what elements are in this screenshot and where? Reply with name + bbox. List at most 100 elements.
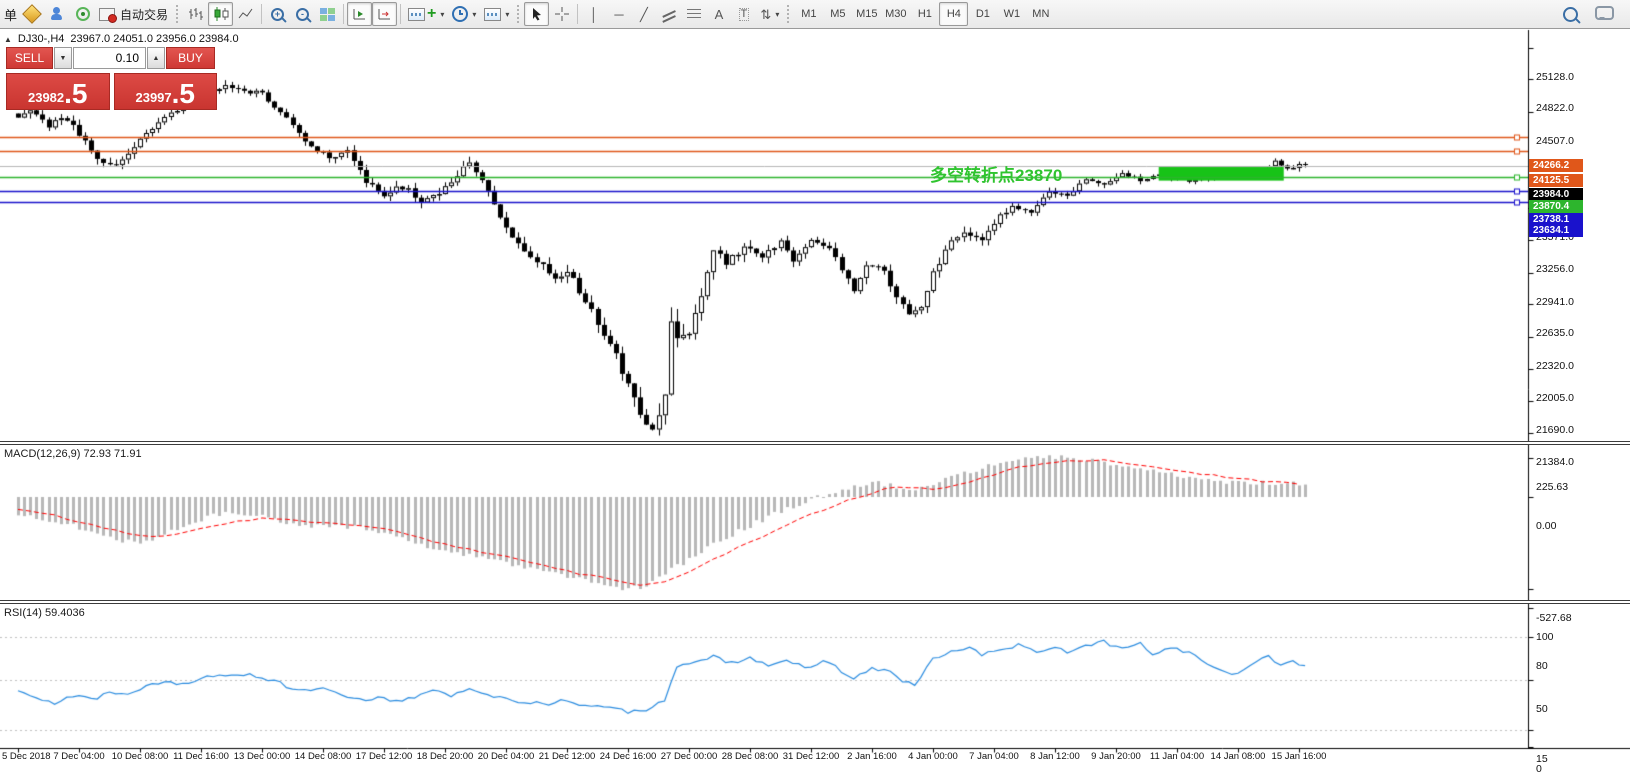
line-chart-button[interactable]: [233, 2, 258, 26]
chat-button[interactable]: [1591, 2, 1618, 26]
auto-scroll-button[interactable]: [347, 2, 372, 26]
signals-icon: [76, 7, 90, 21]
price-tick-label: 23256.0: [1536, 263, 1574, 275]
periods-button[interactable]: ▾: [448, 2, 480, 26]
price-tick-label: 22635.0: [1536, 327, 1574, 339]
chevron-down-icon: ▾: [505, 10, 509, 19]
timeframe-button-d1[interactable]: D1: [968, 2, 997, 26]
new-order-partial-label[interactable]: 单: [2, 5, 19, 24]
bar-chart-icon: [188, 7, 204, 21]
arrows-icon: ⇅: [760, 8, 771, 21]
tile-windows-button[interactable]: [315, 2, 340, 26]
fibonacci-button[interactable]: [681, 2, 706, 26]
cursor-button[interactable]: [524, 2, 549, 26]
zoom-out-button[interactable]: -: [290, 2, 315, 26]
templates-button[interactable]: ▾: [480, 2, 513, 26]
volume-decrease-button[interactable]: ▼: [54, 47, 72, 69]
vertical-line-button[interactable]: │: [581, 2, 606, 26]
zoom-out-icon: -: [296, 8, 309, 21]
timeframe-button-m30[interactable]: M30: [881, 2, 910, 26]
horizontal-line-button[interactable]: ─: [606, 2, 631, 26]
price-tick-label: 22320.0: [1536, 360, 1574, 372]
symbol-period-label: DJ30-,H4: [18, 33, 64, 45]
rsi-tick-label: 80: [1536, 660, 1548, 672]
chevron-down-icon: ▾: [472, 10, 476, 19]
timeframe-button-m15[interactable]: M15: [852, 2, 881, 26]
chevron-down-icon: ▾: [775, 10, 779, 19]
trendline-button[interactable]: ╱: [631, 2, 656, 26]
toolbar: 单 自动交易 + - +▾ ▾ ▾: [0, 0, 1630, 29]
chart-window: ▲ DJ30-,H4 23967.0 24051.0 23956.0 23984…: [0, 29, 1630, 773]
text-label-button[interactable]: T: [731, 2, 756, 26]
one-click-trading-panel: SELL ▼ ▲ BUY 23982.5 23997.5: [6, 47, 217, 110]
time-tick-label: 9 Jan 20:00: [1091, 751, 1141, 762]
rsi-tick-label: 100: [1536, 631, 1554, 643]
sell-price-fraction: .5: [64, 80, 87, 108]
new-order-button[interactable]: [19, 2, 45, 26]
time-tick-label: 31 Dec 12:00: [783, 751, 840, 762]
toolbar-grip[interactable]: [786, 4, 791, 24]
buy-button[interactable]: BUY: [166, 47, 215, 69]
toolbar-grip[interactable]: [175, 4, 180, 24]
timeframe-button-m1[interactable]: M1: [794, 2, 823, 26]
signals-button[interactable]: [70, 2, 95, 26]
macd-tick-label: -527.68: [1536, 612, 1572, 624]
gold-diamond-icon: [22, 4, 42, 24]
community-icon: [50, 7, 65, 21]
autotrading-button[interactable]: 自动交易: [95, 2, 172, 26]
pane-separator-macd[interactable]: [0, 441, 1630, 445]
price-tick-label: 22005.0: [1536, 392, 1574, 404]
equidistant-channel-button[interactable]: [656, 2, 681, 26]
template-icon: [484, 8, 501, 21]
autotrading-label: 自动交易: [120, 6, 168, 23]
time-tick-label: 17 Dec 12:00: [356, 751, 413, 762]
volume-input[interactable]: [73, 47, 146, 69]
sell-price-main: 23982: [28, 88, 64, 108]
level-price-tag: 24266.2: [1529, 159, 1583, 172]
indicators-button[interactable]: +▾: [404, 2, 448, 26]
bar-chart-button[interactable]: [183, 2, 208, 26]
search-button[interactable]: [1558, 2, 1583, 26]
line-chart-icon: [238, 7, 254, 21]
text-button[interactable]: A: [706, 2, 731, 26]
sell-button[interactable]: SELL: [6, 47, 53, 69]
time-tick-label: 7 Jan 04:00: [969, 751, 1019, 762]
chart-symbol-header: ▲ DJ30-,H4 23967.0 24051.0 23956.0 23984…: [4, 33, 239, 45]
fibonacci-icon: [687, 9, 701, 19]
chart-canvas[interactable]: [0, 29, 1630, 773]
candlestick-chart-button[interactable]: [208, 2, 233, 26]
rsi-indicator-label: RSI(14) 59.4036: [4, 607, 85, 619]
chart-shift-button[interactable]: [372, 2, 397, 26]
level-price-tag: 24125.5: [1529, 174, 1583, 187]
rsi-tick-label: 50: [1536, 703, 1548, 715]
time-tick-label: 10 Dec 08:00: [112, 751, 169, 762]
timeframe-button-m5[interactable]: M5: [823, 2, 852, 26]
crosshair-button[interactable]: [549, 2, 574, 26]
indicator-chart-icon: [408, 8, 425, 21]
toolbar-grip[interactable]: [516, 4, 521, 24]
volume-increase-button[interactable]: ▲: [147, 47, 165, 69]
auto-scroll-icon: [352, 8, 367, 21]
zoom-in-button[interactable]: +: [265, 2, 290, 26]
timeframe-button-h4[interactable]: H4: [939, 2, 968, 26]
sell-price-button[interactable]: 23982.5: [6, 73, 110, 110]
price-tick-label: 21690.0: [1536, 424, 1574, 436]
timeframe-button-h1[interactable]: H1: [910, 2, 939, 26]
timeframe-button-w1[interactable]: W1: [997, 2, 1026, 26]
time-tick-label: 4 Jan 00:00: [908, 751, 958, 762]
chart-annotation-text[interactable]: 多空转折点23870: [930, 161, 1062, 186]
time-tick-label: 27 Dec 00:00: [661, 751, 718, 762]
arrows-button[interactable]: ⇅▾: [756, 2, 783, 26]
community-button[interactable]: [45, 2, 70, 26]
time-tick-label: 11 Jan 04:00: [1150, 751, 1204, 762]
chat-icon: [1595, 6, 1614, 20]
timeframe-button-mn[interactable]: MN: [1026, 2, 1055, 26]
cursor-icon: [531, 7, 543, 21]
buy-price-button[interactable]: 23997.5: [114, 73, 218, 110]
time-tick-label: 18 Dec 20:00: [417, 751, 474, 762]
time-tick-label: 24 Dec 16:00: [600, 751, 657, 762]
collapse-panel-arrow[interactable]: ▲: [4, 35, 12, 44]
time-tick-label: 21 Dec 12:00: [539, 751, 596, 762]
zoom-in-icon: +: [271, 8, 284, 21]
pane-separator-rsi[interactable]: [0, 600, 1630, 604]
